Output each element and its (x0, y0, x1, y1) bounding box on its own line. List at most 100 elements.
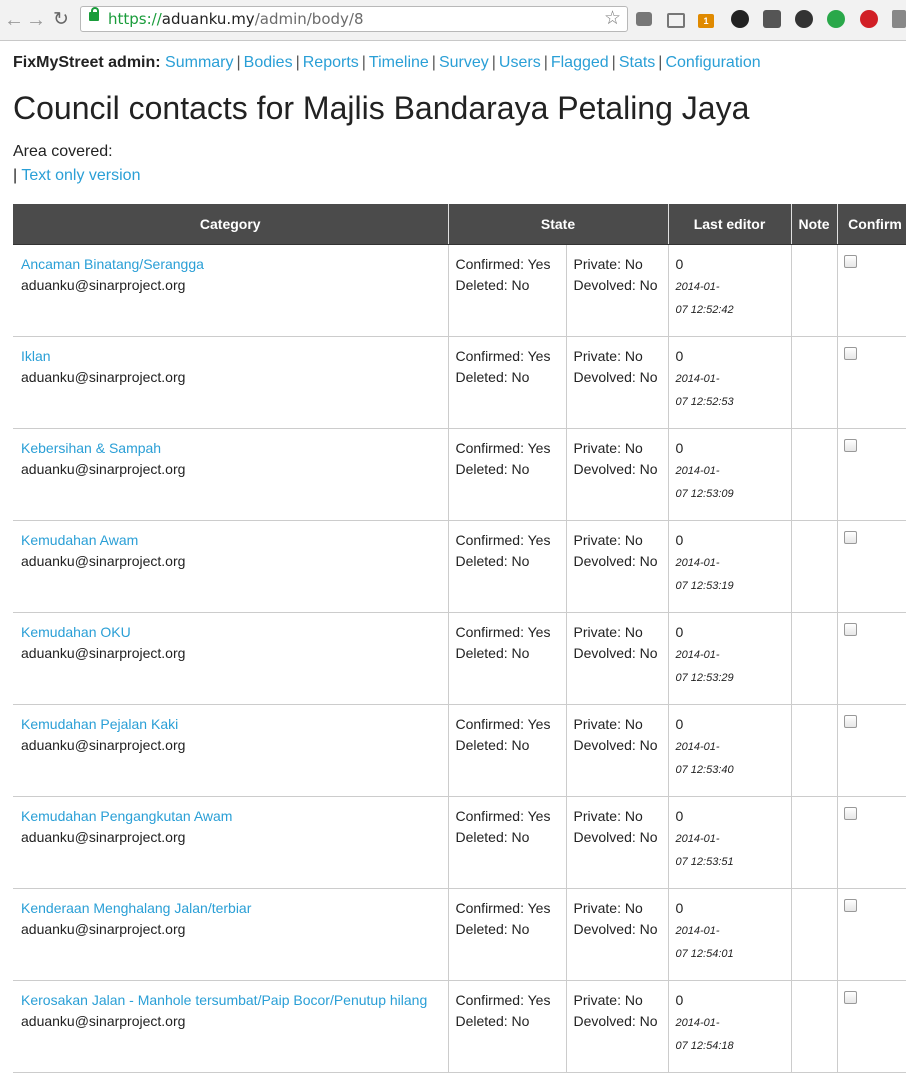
nav-link-stats[interactable]: Stats (619, 54, 655, 71)
private-status: Private: No (573, 440, 643, 456)
text-only-link[interactable]: Text only version (21, 167, 140, 184)
category-cell: Kebersihan & Sampah aduanku@sinarproject… (13, 428, 449, 521)
note-cell (791, 612, 838, 705)
area-covered-label: Area covered: (13, 143, 113, 160)
category-cell: Kemudahan OKU aduanku@sinarproject.org (13, 612, 449, 705)
confirm-cell (837, 980, 906, 1073)
table-row: Kebersihan & Sampah aduanku@sinarproject… (13, 428, 906, 521)
nav-separator: | (295, 54, 300, 71)
confirm-checkbox[interactable] (843, 347, 857, 360)
forward-arrow-icon[interactable]: → (26, 8, 46, 32)
state-cell: Confirmed: Yes Deleted: No (448, 244, 567, 337)
category-link[interactable]: Kemudahan OKU (21, 624, 131, 640)
nav-link-reports[interactable]: Reports (303, 54, 359, 71)
devolved-status: Devolved: No (573, 277, 658, 293)
category-link[interactable]: Iklan (21, 348, 51, 364)
edit-time: 07 12:52:42 (675, 304, 734, 316)
category-link[interactable]: Kemudahan Pengangkutan Awam (21, 808, 232, 824)
confirm-cell (837, 336, 906, 429)
last-editor-cell: 0 2014-01- 07 12:52:42 (668, 244, 792, 337)
header-note: Note (791, 204, 838, 245)
category-link[interactable]: Kebersihan & Sampah (21, 440, 161, 456)
category-cell: Iklan aduanku@sinarproject.org (13, 336, 449, 429)
contact-email: aduanku@sinarproject.org (21, 277, 186, 293)
last-editor-cell: 0 2014-01- 07 12:54:01 (668, 888, 792, 981)
nav-link-timeline[interactable]: Timeline (369, 54, 429, 71)
devolved-status: Devolved: No (573, 1013, 658, 1029)
confirm-checkbox[interactable] (843, 807, 857, 820)
evernote-icon[interactable] (763, 10, 781, 28)
category-link[interactable]: Kenderaan Menghalang Jalan/terbiar (21, 900, 251, 916)
edit-date: 2014-01- (675, 649, 720, 661)
confirm-cell (837, 520, 906, 613)
confirmed-status: Confirmed: Yes (455, 900, 551, 916)
edit-time: 07 12:53:29 (675, 672, 734, 684)
contact-email: aduanku@sinarproject.org (21, 645, 186, 661)
devolved-status: Devolved: No (573, 553, 658, 569)
state-cell: Confirmed: Yes Deleted: No (448, 704, 567, 797)
last-editor-cell: 0 2014-01- 07 12:53:09 (668, 428, 792, 521)
flame-icon[interactable] (795, 10, 813, 28)
extension-badge-icon[interactable]: 1 (698, 14, 714, 28)
confirm-checkbox[interactable] (843, 623, 857, 636)
note-cell (791, 980, 838, 1073)
note-cell (791, 520, 838, 613)
confirm-checkbox[interactable] (843, 255, 857, 268)
back-arrow-icon[interactable]: ← (4, 8, 24, 32)
nav-link-summary[interactable]: Summary (165, 54, 233, 71)
color-picker-icon[interactable] (731, 10, 749, 28)
nav-link-survey[interactable]: Survey (439, 54, 489, 71)
flags-cell: Private: No Devolved: No (566, 336, 669, 429)
category-link[interactable]: Kemudahan Awam (21, 532, 138, 548)
nav-link-configuration[interactable]: Configuration (665, 54, 760, 71)
reload-icon[interactable]: ↻ (51, 8, 71, 32)
pinterest-icon[interactable] (827, 10, 845, 28)
state-cell: Confirmed: Yes Deleted: No (448, 796, 567, 889)
nav-link-bodies[interactable]: Bodies (244, 54, 293, 71)
confirmed-status: Confirmed: Yes (455, 440, 551, 456)
menu-icon[interactable] (892, 10, 906, 28)
edit-date: 2014-01- (675, 833, 720, 845)
contact-email: aduanku@sinarproject.org (21, 1013, 186, 1029)
adobe-icon[interactable] (860, 10, 878, 28)
pocket-icon[interactable] (636, 12, 652, 26)
confirm-checkbox[interactable] (843, 439, 857, 452)
editor-id: 0 (675, 624, 684, 640)
flags-cell: Private: No Devolved: No (566, 888, 669, 981)
confirm-checkbox[interactable] (843, 899, 857, 912)
editor-id: 0 (675, 900, 684, 916)
deleted-status: Deleted: No (455, 1013, 530, 1029)
flags-cell: Private: No Devolved: No (566, 244, 669, 337)
editor-id: 0 (675, 992, 684, 1008)
confirm-checkbox[interactable] (843, 991, 857, 1004)
confirmed-status: Confirmed: Yes (455, 256, 551, 272)
bookmark-star-icon[interactable]: ☆ (604, 8, 621, 30)
table-row: Kemudahan OKU aduanku@sinarproject.org C… (13, 612, 906, 705)
deleted-status: Deleted: No (455, 921, 530, 937)
category-link[interactable]: Ancaman Binatang/Serangga (21, 256, 204, 272)
edit-date: 2014-01- (675, 557, 720, 569)
lock-icon (89, 7, 99, 21)
private-status: Private: No (573, 808, 643, 824)
flags-cell: Private: No Devolved: No (566, 980, 669, 1073)
category-link[interactable]: Kerosakan Jalan - Manhole tersumbat/Paip… (21, 992, 427, 1008)
edit-date: 2014-01- (675, 925, 720, 937)
nav-link-flagged[interactable]: Flagged (551, 54, 609, 71)
edit-date: 2014-01- (675, 373, 720, 385)
confirm-checkbox[interactable] (843, 531, 857, 544)
table-row: Kemudahan Awam aduanku@sinarproject.org … (13, 520, 906, 613)
state-cell: Confirmed: Yes Deleted: No (448, 428, 567, 521)
table-header-row: Category State Last editor Note Confirm (13, 204, 906, 245)
category-link[interactable]: Kemudahan Pejalan Kaki (21, 716, 178, 732)
address-bar[interactable]: https://aduanku.my/admin/body/8 ☆ (80, 6, 628, 32)
text-only-separator: | (13, 167, 18, 184)
nav-link-users[interactable]: Users (499, 54, 541, 71)
private-status: Private: No (573, 992, 643, 1008)
last-editor-cell: 0 2014-01- 07 12:53:29 (668, 612, 792, 705)
confirm-checkbox[interactable] (843, 715, 857, 728)
cast-icon[interactable] (667, 13, 685, 28)
edit-time: 07 12:52:53 (675, 396, 734, 408)
flags-cell: Private: No Devolved: No (566, 428, 669, 521)
editor-id: 0 (675, 256, 684, 272)
deleted-status: Deleted: No (455, 277, 530, 293)
